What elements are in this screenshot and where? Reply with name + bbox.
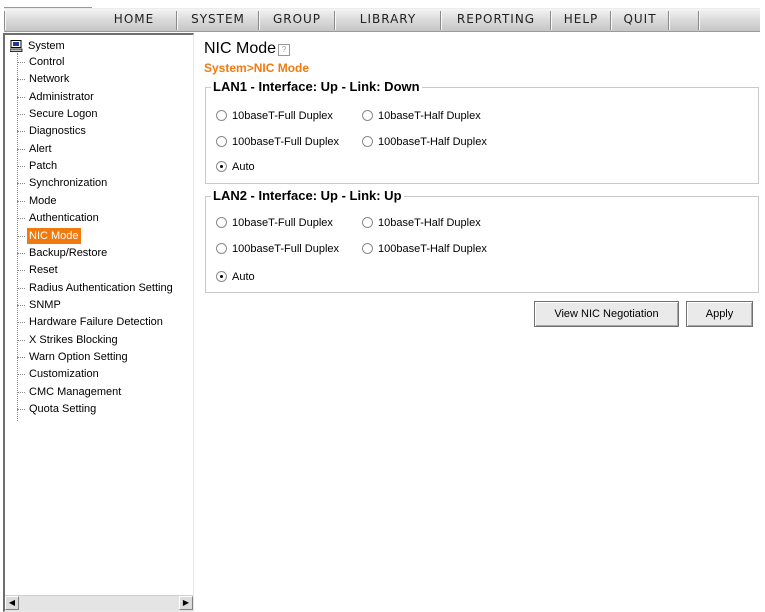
radio-label: 100baseT-Full Duplex [232,136,340,148]
tree-branch-line [17,374,25,376]
tree-item-label: X Strikes Blocking [29,333,118,346]
tree-branch-line [17,287,25,289]
menu-system[interactable]: SYSTEM [178,9,258,31]
tree-item-label: Administrator [29,90,94,103]
tree-item-label: Diagnostics [29,125,86,138]
tree-branch-line [17,322,25,324]
tree-connector-line [17,53,18,421]
tree-item-label: Synchronization [29,177,108,190]
tree-branch-line [17,131,25,133]
radio-label: Auto [232,161,255,173]
navigation-tree: System Control Network Administrator Secure… [3,33,194,612]
top-menu-bar: HOME SYSTEM GROUP LIBRARY REPORTING HELP… [0,0,765,33]
radio-label: 10baseT-Full Duplex [232,217,333,229]
tree-item-label: NIC Mode [27,227,81,244]
view-nic-negotiation-button[interactable]: View NIC Negotiation [534,301,679,327]
radio-circle [362,217,373,228]
tree-branch-line [17,391,25,393]
tree-branch-line [17,339,25,341]
radio-circle [362,136,373,147]
tree-branch-line [17,235,25,237]
radio-label: Auto [232,271,255,283]
tree-item-label: SNMP [29,298,61,311]
radio-circle [362,243,373,254]
radio-circle [216,243,227,254]
radio-label: 10baseT-Full Duplex [232,110,333,122]
radio-label: 10baseT-Half Duplex [378,217,481,229]
tree-item-label: Alert [29,142,52,155]
menu-separator [698,11,700,30]
menu-reporting[interactable]: REPORTING [442,9,550,31]
radio-label: 100baseT-Half Duplex [378,136,487,148]
menu-separator [4,11,6,30]
radio-circle [216,217,227,228]
menu-quit[interactable]: QUIT [612,9,668,31]
tree-branch-line [17,356,25,358]
help-icon[interactable]: ? [278,44,291,56]
page-title-text: NIC Mode [204,40,277,57]
breadcrumb: System>NIC Mode [204,61,310,75]
radio-circle-checked [216,161,227,172]
radio-label: 100baseT-Half Duplex [378,243,487,255]
lan2-fieldset: LAN2 - Interface: Up - Link: Up 10baseT-… [205,188,759,293]
tree-branch-line [17,200,25,202]
tree-branch-line [17,96,25,98]
tree-item-label: Authentication [29,212,99,225]
tree-branch-line [17,166,25,168]
scroll-right-icon[interactable]: ▶ [179,596,193,610]
tree-item-label: Hardware Failure Detection [29,316,163,329]
tree-item-label: Network [29,73,70,86]
lan1-fieldset: LAN1 - Interface: Up - Link: Down 10base… [205,79,759,184]
tree-branch-line [17,270,25,272]
lan2-legend: LAN2 - Interface: Up - Link: Up [211,188,404,203]
tree-branch-line [17,183,25,185]
tree-branch-line [17,409,25,410]
menu-group[interactable]: GROUP [260,9,334,31]
tree-item-label: Patch [29,160,58,173]
radio-circle [362,110,373,121]
radio-label: 10baseT-Half Duplex [378,110,481,122]
page-title: NIC Mode? [204,40,291,58]
tree-branch-line [17,79,25,81]
tree-item-label: CMC Management [29,385,122,398]
tree-item-label: Reset [29,264,58,277]
tree-branch-line [17,304,25,306]
lan1-legend: LAN1 - Interface: Up - Link: Down [211,79,422,94]
tree-branch-line [17,62,25,63]
tree-item-label: Control [29,56,65,68]
tree-item-label: Customization [29,368,99,381]
menu-help[interactable]: HELP [552,9,610,31]
tree-item-label: Warn Option Setting [29,350,128,363]
radio-circle [216,110,227,121]
scroll-left-icon[interactable]: ◀ [5,596,19,610]
menu-separator [668,11,670,30]
radio-label: 100baseT-Full Duplex [232,243,340,255]
tree-branch-line [17,148,25,150]
tree-item-label: Backup/Restore [29,246,108,259]
menu-home[interactable]: HOME [92,9,176,31]
horizontal-scrollbar[interactable]: ◀ ▶ [5,595,193,611]
apply-button[interactable]: Apply [686,301,753,327]
menu-bar-strip: HOME SYSTEM GROUP LIBRARY REPORTING HELP… [4,8,760,32]
tree-branch-line [17,218,25,220]
tree-item-label: Quota Setting [29,403,97,415]
radio-circle-checked [216,271,227,282]
menu-library[interactable]: LIBRARY [336,9,440,31]
tree-branch-line [17,252,25,254]
tree-root-label: System [28,40,65,52]
tree-item-label: Mode [29,194,57,207]
computer-icon [10,40,23,52]
radio-circle [216,136,227,147]
tree-item-label: Radius Authentication Setting [29,281,173,294]
tree-item-label: Secure Logon [29,108,98,121]
tree-branch-line [17,114,25,116]
